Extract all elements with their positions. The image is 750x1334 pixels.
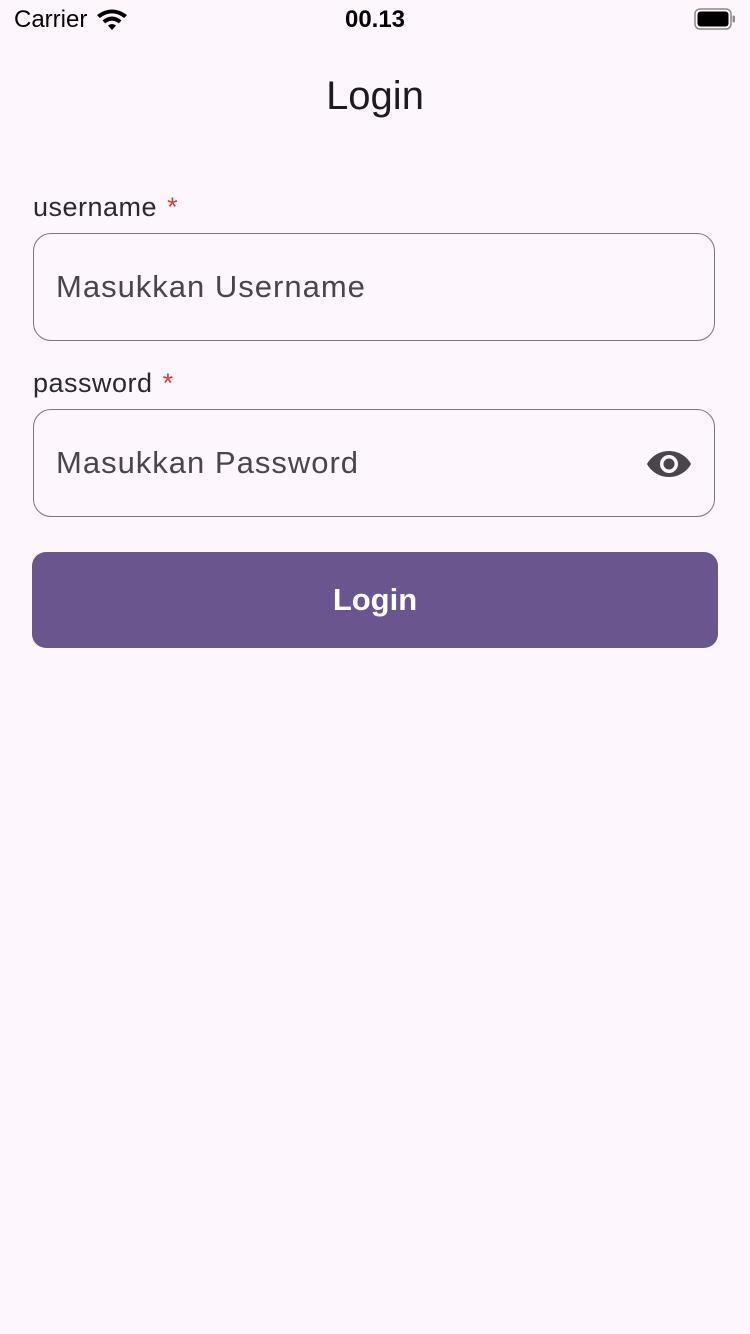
required-marker: *	[162, 368, 174, 398]
status-time: 00.13	[344, 6, 406, 33]
status-bar: Carrier 00.13	[0, 0, 750, 40]
username-input[interactable]	[56, 234, 616, 340]
username-label-text: username	[33, 192, 158, 222]
battery-full-icon	[694, 8, 735, 30]
username-label: username *	[33, 192, 178, 223]
password-label: password *	[33, 368, 174, 399]
username-field[interactable]	[33, 233, 715, 341]
page-title: Login	[326, 74, 424, 118]
password-field[interactable]	[33, 409, 715, 517]
password-label-text: password	[33, 368, 153, 398]
login-button[interactable]: Login	[32, 552, 718, 648]
eye-icon[interactable]	[646, 446, 692, 482]
password-input[interactable]	[56, 410, 616, 516]
required-marker: *	[167, 192, 179, 222]
